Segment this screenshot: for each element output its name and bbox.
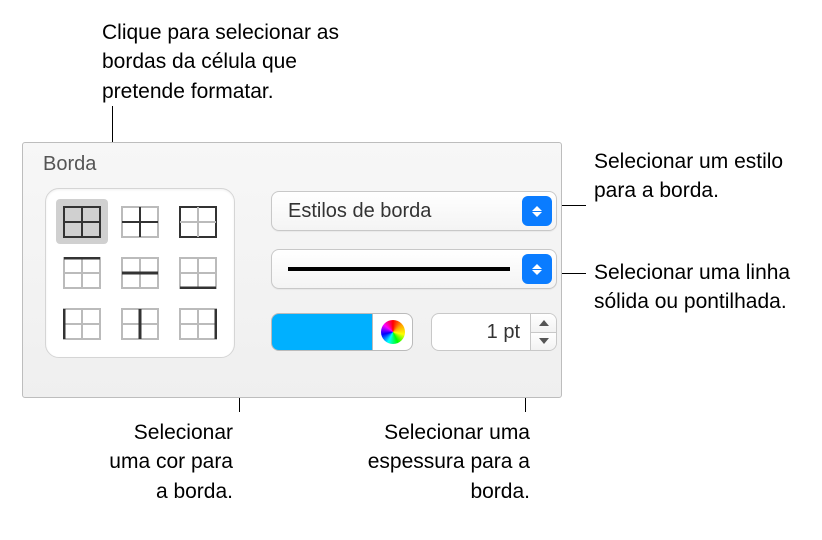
border-option-hinner[interactable]	[114, 250, 166, 295]
line-type-dropdown[interactable]	[271, 249, 557, 289]
annotation-thickness: Selecionar uma espessura para a borda.	[325, 418, 530, 506]
grid-all-icon	[63, 206, 101, 238]
grid-hinner-icon	[121, 257, 159, 289]
border-panel: Borda	[22, 142, 562, 398]
border-color-swatch[interactable]	[271, 313, 373, 351]
annotation-border-grid: Clique para selecionar as bordas da célu…	[102, 18, 382, 106]
border-option-bottom[interactable]	[172, 250, 224, 295]
dropdown-arrows-icon	[522, 254, 552, 284]
annotation-style: Selecionar um estilo para a borda.	[594, 147, 804, 206]
grid-bottom-icon	[179, 257, 217, 289]
color-picker-button[interactable]	[373, 313, 413, 351]
dropdown-arrows-icon	[522, 196, 552, 226]
thickness-stepper-down[interactable]	[531, 333, 556, 351]
border-option-outer[interactable]	[114, 199, 166, 244]
thickness-stepper-up[interactable]	[531, 314, 556, 333]
line-preview	[288, 267, 510, 271]
thickness-stepper	[531, 313, 557, 351]
border-option-inner[interactable]	[172, 199, 224, 244]
border-option-left[interactable]	[56, 302, 108, 347]
panel-title: Borda	[43, 153, 96, 176]
border-option-vinner[interactable]	[114, 302, 166, 347]
border-selection-grid	[45, 188, 235, 358]
border-option-right[interactable]	[172, 302, 224, 347]
grid-top-icon	[63, 257, 101, 289]
color-wheel-icon	[381, 320, 405, 344]
callout-line	[558, 205, 586, 206]
grid-vinner-icon	[121, 308, 159, 340]
border-style-dropdown[interactable]: Estilos de borda	[271, 191, 557, 231]
border-style-label: Estilos de borda	[288, 200, 522, 223]
grid-left-icon	[63, 308, 101, 340]
annotation-color: Selecionar uma cor para a borda.	[98, 418, 233, 506]
callout-line	[558, 273, 586, 274]
grid-inner-icon	[179, 206, 217, 238]
grid-outer-icon	[121, 206, 159, 238]
thickness-control: 1 pt	[431, 313, 557, 351]
border-option-all[interactable]	[56, 199, 108, 244]
border-option-top[interactable]	[56, 250, 108, 295]
thickness-field[interactable]: 1 pt	[431, 313, 531, 351]
line-type-preview-wrap	[288, 267, 522, 271]
annotation-line-type: Selecionar uma linha sólida ou pontilhad…	[594, 258, 814, 317]
grid-right-icon	[179, 308, 217, 340]
